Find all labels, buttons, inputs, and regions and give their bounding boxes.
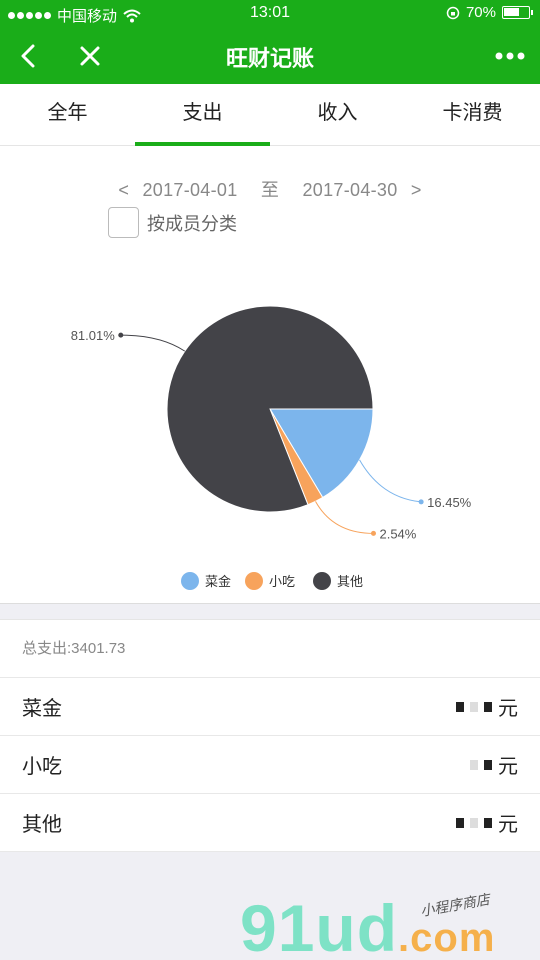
masked-amount: [470, 759, 492, 770]
pie-chart: 16.45% 2.54% 81.01% 菜金 小吃 其他: [71, 305, 472, 590]
total-expense: 总支出:3401.73: [0, 620, 540, 678]
category-amount: 元: [470, 750, 518, 779]
tab-card-spending[interactable]: 卡消费: [405, 84, 540, 145]
tab-full-year[interactable]: 全年: [0, 84, 135, 145]
nav-bar: 旺财记账: [0, 28, 540, 84]
tab-bar: 全年 支出 收入 卡消费: [0, 84, 540, 146]
pie-data-label-0: 16.45%: [427, 495, 472, 510]
legend-swatch-0[interactable]: [181, 572, 199, 590]
more-button[interactable]: [490, 38, 530, 74]
category-amount: 元: [456, 692, 518, 721]
summary-list: 总支出:3401.73 菜金 元 小吃 元 其他 元: [0, 619, 540, 852]
legend-label-2[interactable]: 其他: [337, 574, 363, 589]
legend-label-0[interactable]: 菜金: [205, 574, 231, 589]
tab-income[interactable]: 收入: [270, 84, 405, 145]
legend-swatch-2[interactable]: [313, 572, 331, 590]
currency-unit: 元: [498, 698, 518, 720]
watermark-domain: .com: [398, 916, 496, 960]
list-item[interactable]: 其他 元: [0, 794, 540, 852]
category-name: 菜金: [22, 698, 62, 720]
currency-unit: 元: [498, 814, 518, 836]
status-right: 70%: [446, 4, 533, 21]
battery-fill: [504, 8, 520, 16]
pie-leader-dot-2: [118, 332, 124, 338]
battery-icon: [502, 6, 533, 19]
category-amount: 元: [456, 808, 518, 837]
chart-card: < 2017-04-01 至 2017-04-30 > 按成员分类 16.45%…: [0, 146, 540, 604]
pie-data-label-2: 81.01%: [71, 328, 116, 343]
pie-leader-dot-1: [370, 530, 376, 536]
currency-unit: 元: [498, 756, 518, 778]
masked-amount: [456, 701, 492, 712]
tab-expense[interactable]: 支出: [135, 84, 270, 146]
pie-leader-line-2: [120, 334, 186, 352]
masked-amount: [456, 817, 492, 828]
category-name: 其他: [22, 814, 62, 836]
watermark-brand: 91ud: [240, 891, 399, 960]
page-title: 旺财记账: [225, 46, 314, 71]
legend-swatch-1[interactable]: [245, 572, 263, 590]
legend-label-1[interactable]: 小吃: [269, 574, 295, 589]
rotation-lock-icon: [446, 6, 460, 19]
list-item[interactable]: 小吃 元: [0, 736, 540, 794]
list-item[interactable]: 菜金 元: [0, 678, 540, 736]
category-name: 小吃: [22, 756, 62, 778]
pie-leader-dot-0: [418, 499, 424, 505]
status-bar: 中国移动 13:01 70%: [0, 0, 540, 28]
pie-data-label-1: 2.54%: [379, 526, 416, 541]
more-icon: [495, 52, 525, 60]
battery-percent: 70%: [465, 4, 496, 21]
pie-leader-line-1: [315, 501, 374, 534]
pie-leader-line-0: [359, 459, 422, 503]
